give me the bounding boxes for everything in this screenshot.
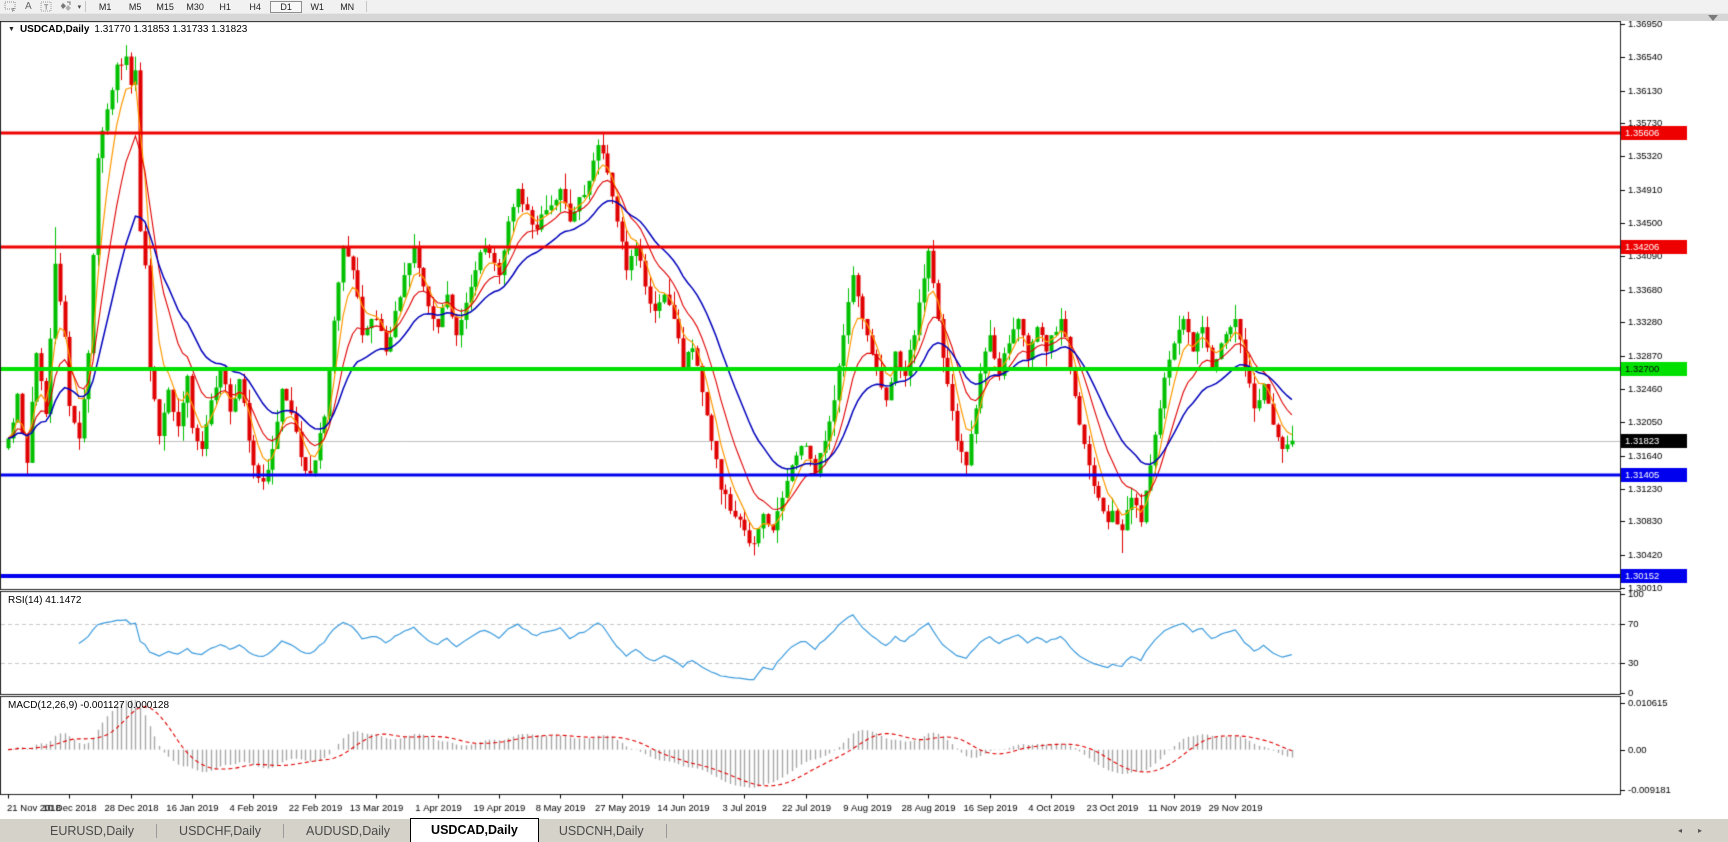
timeframe-button-m5[interactable]: M5 [120,2,150,13]
chevron-down-icon[interactable]: ▼ [8,26,15,33]
svg-text:T: T [44,5,49,12]
tab-separator [156,824,157,838]
tab-usdchf[interactable]: USDCHF,Daily [159,821,281,842]
macd-indicator-label: MACD(12,26,9) -0.001127 0.000128 [8,700,169,711]
toolbar-separator [85,1,86,12]
tab-usdcad[interactable]: USDCAD,Daily [410,818,539,842]
chart-title[interactable]: ▼ USDCAD,Daily 1.31770 1.31853 1.31733 1… [8,24,247,35]
tab-usdcnh[interactable]: USDCNH,Daily [539,821,664,842]
dotted-box-f-icon[interactable]: F [0,1,21,13]
tab-scroll-left-icon[interactable]: ◂ [1678,826,1682,835]
timeframe-button-group: M1M5M15M30H1H4D1W1MN [90,1,362,13]
tab-audusd[interactable]: AUDUSD,Daily [286,821,410,842]
chart-scroll-strip[interactable] [0,13,1728,21]
timeframe-button-m30[interactable]: M30 [180,2,210,13]
tab-separator [283,824,284,838]
text-tool-icon[interactable]: T [36,1,56,13]
timeframe-button-m15[interactable]: M15 [150,2,180,13]
svg-text:F: F [12,8,15,12]
timeframe-button-mn[interactable]: MN [332,2,362,13]
chevron-down-icon[interactable]: ▾ [78,3,82,11]
chart-tab-bar: EURUSD,DailyUSDCHF,DailyAUDUSD,DailyUSDC… [0,818,1728,842]
timeframe-button-h4[interactable]: H4 [240,2,270,13]
price-chart-canvas[interactable] [0,21,1728,818]
timeframe-button-d1[interactable]: D1 [270,1,302,13]
palette-icon[interactable] [56,1,76,13]
tab-eurusd[interactable]: EURUSD,Daily [30,821,154,842]
tab-scroll-right-icon[interactable]: ▸ [1698,826,1702,835]
timeframe-button-h1[interactable]: H1 [210,2,240,13]
toolbar-separator [366,1,367,12]
chart-ohlc-values: 1.31770 1.31853 1.31733 1.31823 [94,24,247,35]
tab-separator [666,824,667,838]
rsi-indicator-label: RSI(14) 41.1472 [8,595,81,606]
font-a-icon[interactable]: A [21,1,36,13]
top-toolbar: F A T ▾ M1M5M15M30H1H4D1W1MN [0,0,1728,13]
chart-symbol-period: USDCAD,Daily [20,24,89,35]
timeframe-button-w1[interactable]: W1 [302,2,332,13]
timeframe-button-m1[interactable]: M1 [90,2,120,13]
